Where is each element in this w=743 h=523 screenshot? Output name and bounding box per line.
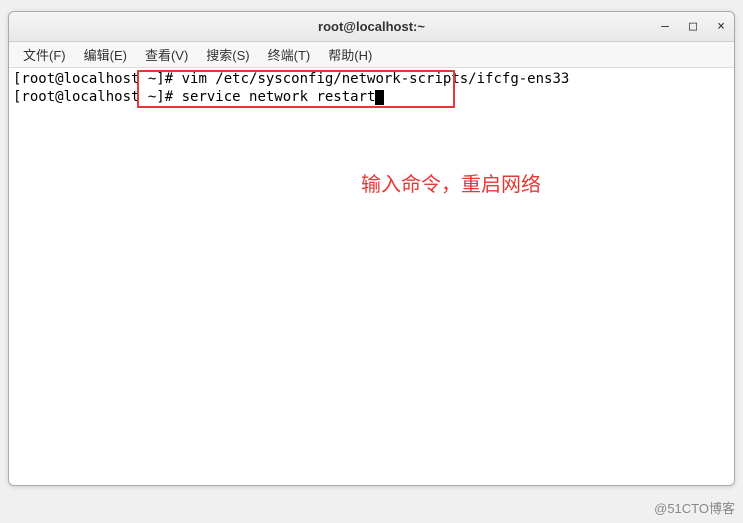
maximize-button[interactable]: □ [686, 20, 700, 34]
menubar: 文件(F) 编辑(E) 查看(V) 搜索(S) 终端(T) 帮助(H) [9, 42, 734, 68]
menu-file[interactable]: 文件(F) [15, 42, 74, 67]
minimize-button[interactable]: — [658, 20, 672, 34]
terminal-line: [root@localhost ~]# vim /etc/sysconfig/n… [13, 70, 730, 88]
cursor [375, 90, 384, 105]
watermark: @51CTO博客 [654, 498, 735, 517]
terminal-line: [root@localhost ~]# service network rest… [13, 88, 730, 106]
window-controls: — □ × [658, 20, 728, 34]
window-title: root@localhost:~ [318, 19, 425, 34]
prompt: [root@localhost ~]# [13, 89, 173, 105]
command: service network restart [182, 89, 376, 105]
terminal-body[interactable]: [root@localhost ~]# vim /etc/sysconfig/n… [9, 68, 734, 485]
terminal-window: root@localhost:~ — □ × 文件(F) 编辑(E) 查看(V)… [8, 11, 735, 486]
menu-help[interactable]: 帮助(H) [320, 42, 380, 67]
annotation-text: 输入命令，重启网络 [361, 176, 541, 194]
prompt: [root@localhost ~]# [13, 71, 173, 87]
menu-edit[interactable]: 编辑(E) [76, 42, 135, 67]
menu-view[interactable]: 查看(V) [137, 42, 196, 67]
menu-terminal[interactable]: 终端(T) [260, 42, 319, 67]
titlebar: root@localhost:~ — □ × [9, 12, 734, 42]
menu-search[interactable]: 搜索(S) [198, 42, 257, 67]
command: vim /etc/sysconfig/network-scripts/ifcfg… [182, 71, 570, 87]
close-button[interactable]: × [714, 20, 728, 34]
